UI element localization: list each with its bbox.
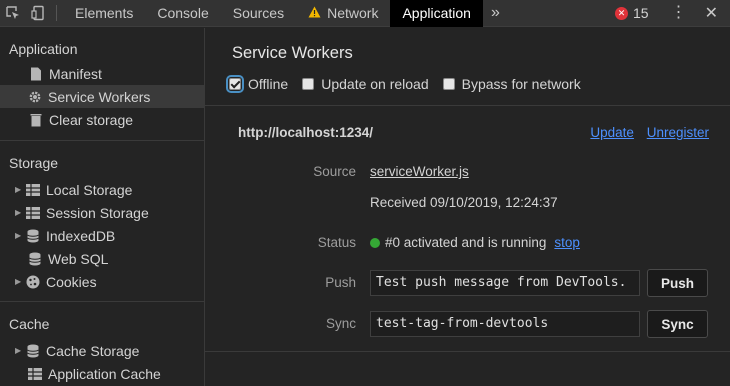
tab-elements[interactable]: Elements bbox=[63, 0, 145, 27]
sidebar-item-label: Local Storage bbox=[46, 181, 133, 198]
toolbar-divider bbox=[56, 5, 57, 21]
expand-arrow-icon[interactable]: ▶ bbox=[15, 346, 23, 355]
bypass-for-network-checkbox[interactable] bbox=[442, 78, 455, 90]
sidebar-item-web-sql[interactable]: Web SQL bbox=[0, 247, 204, 270]
section-divider bbox=[205, 105, 730, 106]
update-on-reload-label[interactable]: Update on reload bbox=[321, 76, 428, 92]
device-toolbar-icon[interactable] bbox=[26, 0, 52, 27]
sidebar-item-label: Manifest bbox=[49, 65, 102, 82]
tab-network[interactable]: Network bbox=[296, 0, 390, 27]
sync-button[interactable]: Sync bbox=[647, 310, 708, 338]
tab-application[interactable]: Application bbox=[390, 0, 483, 27]
offline-checkbox[interactable] bbox=[226, 75, 244, 93]
sidebar-item-cookies[interactable]: ▶ Cookies bbox=[0, 270, 204, 293]
sidebar-item-label: Web SQL bbox=[48, 250, 109, 267]
section-divider bbox=[0, 140, 204, 141]
cookie-icon bbox=[26, 275, 40, 289]
trash-icon bbox=[29, 113, 43, 127]
push-button[interactable]: Push bbox=[647, 269, 708, 297]
sidebar: Application Manifest Service Workers Cle… bbox=[0, 28, 205, 386]
sidebar-item-label: Service Workers bbox=[48, 88, 151, 105]
error-icon[interactable]: ✕ bbox=[615, 6, 629, 20]
push-label: Push bbox=[325, 275, 356, 290]
section-title-storage: Storage bbox=[9, 155, 59, 171]
tab-network-label: Network bbox=[327, 5, 379, 21]
received-timestamp: Received 09/10/2019, 12:24:37 bbox=[370, 195, 558, 210]
sidebar-item-application-cache[interactable]: Application Cache bbox=[0, 362, 204, 385]
sidebar-item-cache-storage[interactable]: ▶ Cache Storage bbox=[0, 339, 204, 362]
sync-label: Sync bbox=[325, 316, 356, 331]
grid-icon bbox=[26, 183, 40, 197]
tab-sources[interactable]: Sources bbox=[221, 0, 296, 27]
worker-actions: Update Unregister bbox=[590, 125, 709, 140]
sidebar-item-label: Application Cache bbox=[48, 365, 161, 382]
document-icon bbox=[29, 67, 43, 81]
sidebar-item-session-storage[interactable]: ▶ Session Storage bbox=[0, 201, 204, 224]
sidebar-item-label: Session Storage bbox=[46, 204, 149, 221]
options-bar: Offline Update on reload Bypass for netw… bbox=[226, 73, 595, 95]
sidebar-item-clear-storage[interactable]: Clear storage bbox=[0, 108, 204, 131]
error-count[interactable]: 15 bbox=[633, 5, 649, 21]
expand-arrow-icon[interactable]: ▶ bbox=[15, 185, 23, 194]
sidebar-item-label: Cookies bbox=[46, 273, 97, 290]
grid-icon bbox=[28, 367, 42, 381]
offline-label[interactable]: Offline bbox=[248, 76, 288, 92]
expand-arrow-icon[interactable]: ▶ bbox=[15, 208, 23, 217]
unregister-link[interactable]: Unregister bbox=[647, 125, 709, 140]
section-title-cache: Cache bbox=[9, 316, 50, 332]
database-icon bbox=[26, 344, 40, 358]
update-link[interactable]: Update bbox=[590, 125, 634, 140]
status-running-icon bbox=[370, 238, 380, 248]
gear-icon bbox=[28, 90, 42, 104]
source-file-link[interactable]: serviceWorker.js bbox=[370, 164, 469, 179]
warning-icon bbox=[308, 5, 321, 21]
page-title: Service Workers bbox=[232, 44, 353, 62]
bypass-for-network-label[interactable]: Bypass for network bbox=[462, 76, 581, 92]
sidebar-item-service-workers[interactable]: Service Workers bbox=[0, 85, 204, 108]
section-divider bbox=[0, 301, 204, 302]
expand-arrow-icon[interactable]: ▶ bbox=[15, 231, 23, 240]
service-workers-panel: Service Workers Offline Update on reload… bbox=[205, 28, 730, 386]
source-file-name[interactable]: serviceWorker.js bbox=[370, 164, 469, 179]
sidebar-item-indexeddb[interactable]: ▶ IndexedDB bbox=[0, 224, 204, 247]
grid-icon bbox=[26, 206, 40, 220]
more-tabs-icon[interactable]: » bbox=[483, 4, 508, 22]
sidebar-item-local-storage[interactable]: ▶ Local Storage bbox=[0, 178, 204, 201]
expand-arrow-icon[interactable]: ▶ bbox=[15, 277, 23, 286]
more-options-icon[interactable]: ⋮ bbox=[671, 5, 687, 21]
database-icon bbox=[28, 252, 42, 266]
status-value: #0 activated and is running stop bbox=[370, 235, 580, 250]
sync-input[interactable]: test-tag-from-devtools bbox=[370, 311, 640, 337]
tab-console[interactable]: Console bbox=[145, 0, 220, 27]
devtools-toolbar: Elements Console Sources Network Applica… bbox=[0, 0, 730, 27]
close-icon[interactable]: ✕ bbox=[705, 3, 718, 23]
update-on-reload-checkbox[interactable] bbox=[302, 78, 315, 90]
sidebar-item-label: Cache Storage bbox=[46, 342, 140, 359]
sidebar-item-label: IndexedDB bbox=[46, 227, 116, 244]
inspect-element-icon[interactable] bbox=[0, 0, 26, 27]
status-text: #0 activated and is running bbox=[385, 235, 547, 250]
section-divider bbox=[205, 351, 730, 352]
database-icon bbox=[26, 229, 40, 243]
source-label: Source bbox=[313, 164, 356, 179]
worker-host: http://localhost:1234/ bbox=[238, 125, 374, 140]
status-label: Status bbox=[317, 235, 356, 250]
sidebar-item-manifest[interactable]: Manifest bbox=[0, 62, 204, 85]
push-input[interactable]: Test push message from DevTools. bbox=[370, 270, 640, 296]
stop-link[interactable]: stop bbox=[554, 235, 580, 250]
sidebar-item-label: Clear storage bbox=[49, 111, 134, 128]
section-title-application: Application bbox=[9, 41, 78, 57]
